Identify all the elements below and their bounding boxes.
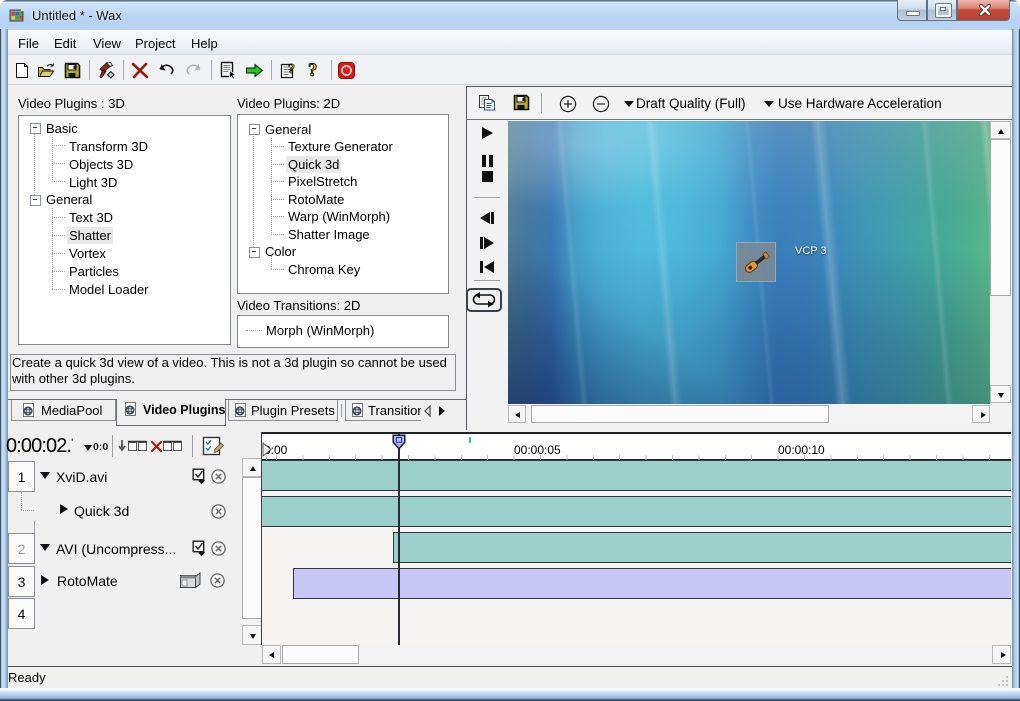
svg-text:?: ? bbox=[288, 62, 295, 77]
svg-text:?: ? bbox=[308, 61, 318, 80]
